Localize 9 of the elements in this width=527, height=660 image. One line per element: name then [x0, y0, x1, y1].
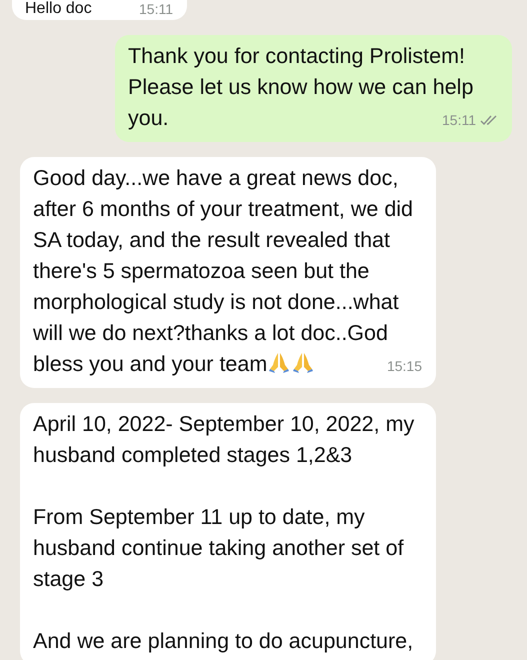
message-text: Thank you for contacting Prolistem! Please let us know how we can help you. 15:11 [128, 41, 498, 134]
message-time: 15:11 [139, 0, 173, 18]
message-time: 15:11 [442, 111, 476, 129]
message-time: 15:15 [386, 357, 422, 375]
message-text: Hello doc 15:11 [25, 0, 173, 18]
message-text: Good day...we have a great news doc, after 6 months of your treatment, we did SA today, and the result revealed that there's 5 spermatozoa seen but the morphological study is not done...what will we do next?thanks a lot doc..God bless you and your team 15:15 [33, 165, 422, 378]
message-text: From September 11 up to date, my husband continue taking another set of stage 3 [33, 504, 405, 593]
message-text: April 10, 2022- September 10, 2022, my husband completed stages 1,2&3 [33, 411, 416, 469]
message-text: And we are planning to do acupuncture, [33, 628, 414, 655]
